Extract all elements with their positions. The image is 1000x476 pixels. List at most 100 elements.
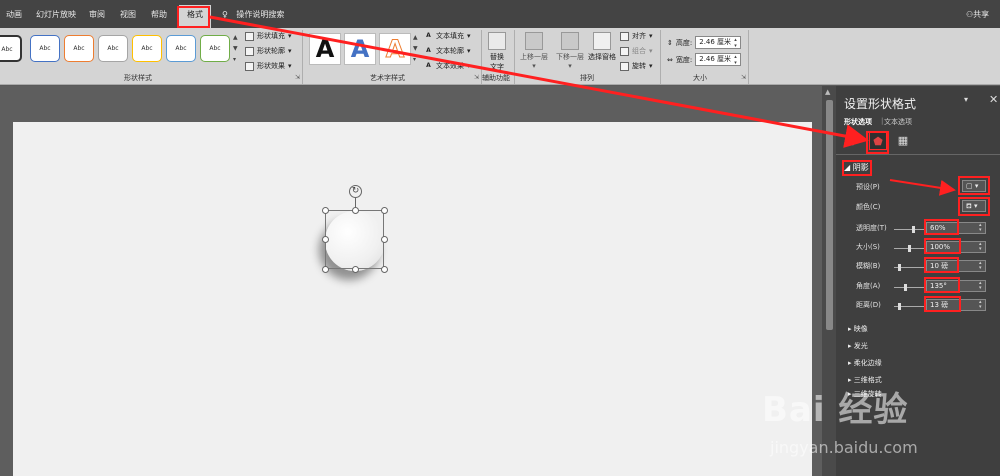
rotate-handle-icon[interactable]: ↻ xyxy=(349,185,362,198)
tab-view[interactable]: 视图 xyxy=(120,9,136,20)
distance-input[interactable]: 13 磅 xyxy=(926,299,986,311)
tab-shape-options[interactable]: 形状选项 xyxy=(844,117,872,127)
share-button[interactable]: ⚇共享 xyxy=(966,9,989,20)
section-reflection[interactable]: ▸ 映像 xyxy=(848,324,868,334)
shape-style-5[interactable]: Abc xyxy=(132,35,162,62)
text-effects-icon: A xyxy=(426,61,431,69)
preset-dropdown[interactable]: ▢ ▾ xyxy=(962,180,986,192)
scrollbar-thumb[interactable] xyxy=(826,100,833,330)
panel-title: 设置形状格式 xyxy=(844,97,917,111)
bring-forward-icon xyxy=(525,32,543,50)
group-label-size: 大小 xyxy=(693,74,707,82)
resize-handle[interactable] xyxy=(322,266,329,273)
resize-handle[interactable] xyxy=(322,207,329,214)
shape-style-6[interactable]: Abc xyxy=(166,35,196,62)
transparency-input[interactable]: 60% xyxy=(926,222,986,234)
size-input[interactable]: 100% xyxy=(926,241,986,253)
tab-help[interactable]: 帮助 xyxy=(151,9,167,20)
rotate-icon xyxy=(620,61,629,71)
width-icon: ⇔ xyxy=(667,55,673,64)
size-properties-icon[interactable]: ▦ xyxy=(894,132,912,150)
ribbon-tab-bar: 动画 幻灯片放映 审阅 视图 帮助 格式 ♀ 操作说明搜索 ⚇共享 xyxy=(0,0,1000,28)
color-label: 颜色(C) xyxy=(856,203,881,211)
shape-outline-button[interactable]: 形状轮廓 ▾ xyxy=(245,46,292,56)
alt-text-button[interactable]: 替换 文字 xyxy=(488,32,506,72)
size-slider[interactable] xyxy=(894,245,924,252)
angle-input[interactable]: 135° xyxy=(926,280,986,292)
bring-forward-button[interactable]: 上移一层 ▾ xyxy=(520,32,548,70)
angle-label: 角度(A) xyxy=(856,282,881,290)
resize-handle[interactable] xyxy=(352,207,359,214)
angle-slider[interactable] xyxy=(894,284,924,291)
dialog-launcher-icon[interactable]: ⇲ xyxy=(295,74,300,81)
shape-style-3[interactable]: Abc xyxy=(64,35,94,62)
text-fill-button[interactable]: A 文本填充 ▾ xyxy=(424,31,470,41)
align-icon xyxy=(620,31,629,41)
tab-slideshow[interactable]: 幻灯片放映 xyxy=(36,9,76,20)
wordart-gallery-scroll[interactable]: ▲ ▼ ▾ xyxy=(413,32,418,65)
width-input[interactable]: 2.46 厘米 xyxy=(695,53,742,66)
align-button[interactable]: 对齐 ▾ xyxy=(620,31,653,41)
width-row: ⇔ 宽度: 2.46 厘米 xyxy=(667,53,742,66)
tell-me-search[interactable]: ♀ 操作说明搜索 xyxy=(222,9,284,20)
tab-animations[interactable]: 动画 xyxy=(6,9,22,20)
ribbon: Abc Abc Abc Abc Abc Abc Abc ▲ ▼ ▾ 形状填充 ▾ 形状… xyxy=(0,28,1000,85)
wordart-style-3[interactable]: A xyxy=(379,33,411,65)
group-icon xyxy=(620,46,629,56)
scroll-up-icon[interactable]: ▲ xyxy=(825,88,830,96)
group-button[interactable]: 组合 ▾ xyxy=(620,46,653,56)
shape-style-1[interactable]: Abc xyxy=(0,35,22,62)
image-icon xyxy=(488,32,506,50)
wordart-style-2[interactable]: A xyxy=(344,33,376,65)
transparency-label: 透明度(T) xyxy=(856,224,887,232)
selection-pane-icon xyxy=(593,32,611,50)
slide-workspace: ▲ ↻ xyxy=(0,86,836,476)
distance-label: 距离(D) xyxy=(856,301,881,309)
section-soft-edges[interactable]: ▸ 柔化边缘 xyxy=(848,358,882,368)
tab-review[interactable]: 审阅 xyxy=(89,9,105,20)
selection-pane-button[interactable]: 选择窗格 xyxy=(588,32,616,62)
color-dropdown[interactable]: ⛾ ▾ xyxy=(962,200,986,212)
height-input[interactable]: 2.46 厘米 xyxy=(695,36,742,49)
lightbulb-icon: ♀ xyxy=(222,10,228,19)
shape-effects-button[interactable]: 形状效果 ▾ xyxy=(245,61,292,71)
dialog-launcher-icon[interactable]: ⇲ xyxy=(474,74,479,81)
section-glow[interactable]: ▸ 发光 xyxy=(848,341,868,351)
blur-label: 模糊(B) xyxy=(856,262,881,270)
shape-style-2[interactable]: Abc xyxy=(30,35,60,62)
resize-handle[interactable] xyxy=(381,236,388,243)
send-backward-button[interactable]: 下移一层 ▾ xyxy=(556,32,584,70)
tab-format[interactable]: 格式 xyxy=(179,5,211,28)
shape-fill-button[interactable]: 形状填充 ▾ xyxy=(245,31,292,41)
send-backward-icon xyxy=(561,32,579,50)
shape-style-7[interactable]: Abc xyxy=(200,35,230,62)
effects-icon xyxy=(245,61,254,71)
gallery-scroll[interactable]: ▲ ▼ ▾ xyxy=(233,32,238,65)
text-effects-button[interactable]: A 文本效果 ▾ xyxy=(424,61,470,71)
text-outline-button[interactable]: A 文本轮廓 ▾ xyxy=(424,46,470,56)
watermark-main-text: Bai 经验 xyxy=(762,390,909,430)
wordart-style-1[interactable]: A xyxy=(309,33,341,65)
tab-text-options[interactable]: 文本选项 xyxy=(884,117,912,127)
resize-handle[interactable] xyxy=(352,266,359,273)
rotate-button[interactable]: 旋转 ▾ xyxy=(620,61,653,71)
transparency-slider[interactable] xyxy=(894,226,924,233)
resize-handle[interactable] xyxy=(322,236,329,243)
size-label: 大小(S) xyxy=(856,243,880,251)
resize-handle[interactable] xyxy=(381,266,388,273)
section-shadow[interactable]: ◢ 阴影 xyxy=(844,162,869,173)
panel-options-icon[interactable]: ▾ xyxy=(964,95,968,104)
slide-canvas[interactable] xyxy=(13,122,812,476)
group-label-arrange: 排列 xyxy=(580,74,594,82)
distance-slider[interactable] xyxy=(894,303,924,310)
blur-slider[interactable] xyxy=(894,264,924,271)
shape-style-4[interactable]: Abc xyxy=(98,35,128,62)
group-label-accessibility: 辅助功能 xyxy=(482,74,510,82)
close-icon[interactable]: ✕ xyxy=(989,93,998,106)
resize-handle[interactable] xyxy=(381,207,388,214)
height-icon: ⇕ xyxy=(667,38,673,47)
dialog-launcher-icon[interactable]: ⇲ xyxy=(741,74,746,81)
effects-pentagon-icon[interactable]: ⬟ xyxy=(869,132,887,150)
blur-input[interactable]: 10 磅 xyxy=(926,260,986,272)
fill-line-icon[interactable]: ◇ xyxy=(844,132,862,150)
